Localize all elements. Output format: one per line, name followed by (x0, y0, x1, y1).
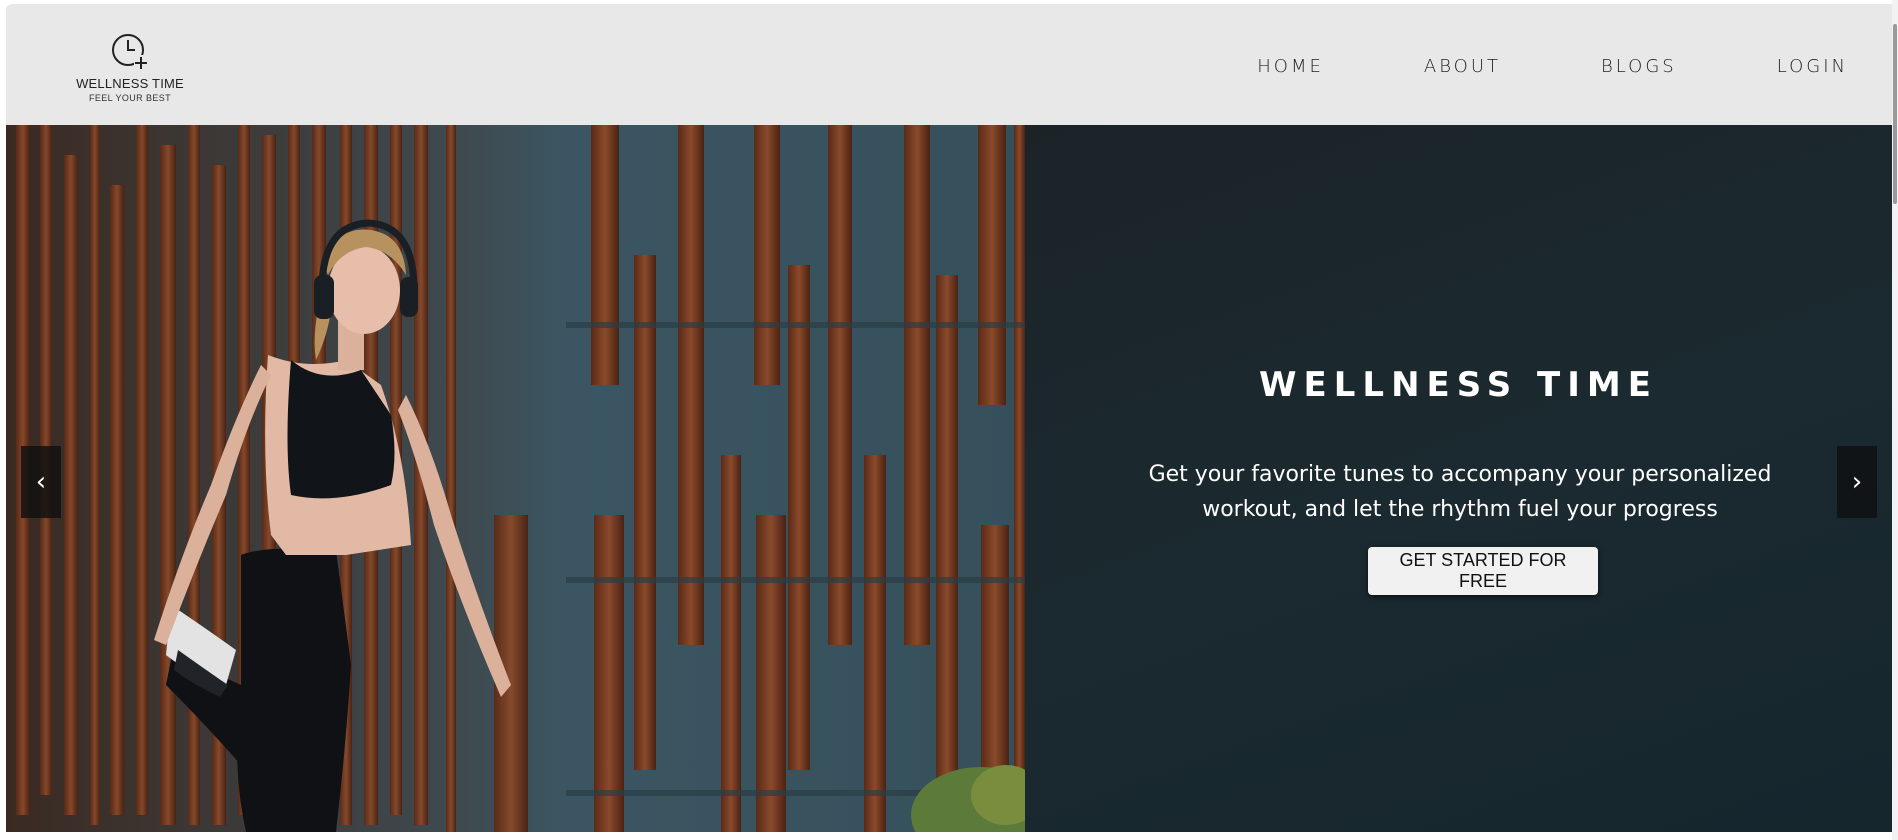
carousel-next-button[interactable]: › (1837, 446, 1877, 518)
main-nav: HOME ABOUT BLOGS LOGIN (1157, 56, 1848, 77)
clock-plus-icon (112, 34, 148, 69)
nav-about-link[interactable]: ABOUT (1424, 56, 1501, 77)
nav-blogs-link[interactable]: BLOGS (1601, 56, 1677, 77)
logo[interactable]: WELLNESS TIME FEEL YOUR BEST (70, 30, 190, 103)
logo-title: WELLNESS TIME (76, 76, 184, 91)
hero-photo-illustration (6, 125, 1025, 832)
nav-home-link[interactable]: HOME (1257, 56, 1324, 77)
carousel-prev-button[interactable]: ‹ (21, 446, 61, 518)
hero-text-panel: WELLNESS TIME Get your favorite tunes to… (1025, 125, 1892, 832)
site-header: WELLNESS TIME FEEL YOUR BEST HOME ABOUT … (6, 4, 1892, 125)
nav-login-link[interactable]: LOGIN (1777, 56, 1848, 77)
page: WELLNESS TIME FEEL YOUR BEST HOME ABOUT … (6, 4, 1892, 832)
hero-description: Get your favorite tunes to accompany you… (1148, 462, 1772, 522)
get-started-button[interactable]: GET STARTED FOR FREE (1368, 547, 1598, 595)
hero-title: WELLNESS TIME (1259, 365, 1658, 405)
chevron-right-icon: › (1851, 467, 1863, 497)
hero-photo (6, 125, 1025, 832)
chevron-left-icon: ‹ (35, 467, 47, 497)
hero-carousel: WELLNESS TIME Get your favorite tunes to… (6, 125, 1892, 832)
scrollbar-thumb[interactable] (1893, 24, 1897, 204)
page-bottom-edge (6, 832, 1892, 840)
logo-tagline: FEEL YOUR BEST (88, 93, 172, 103)
vertical-scrollbar[interactable] (1892, 0, 1898, 840)
